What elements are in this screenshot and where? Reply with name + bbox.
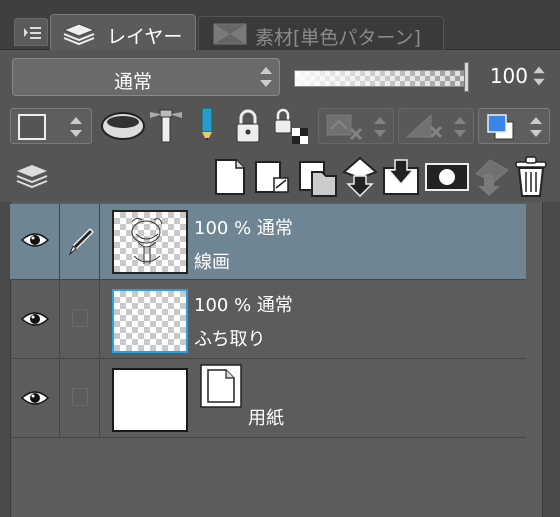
create-layer-mask-icon[interactable]: [424, 162, 470, 192]
tab-layer-label: レイヤー: [107, 26, 183, 48]
layer-thumbnail: [112, 289, 188, 353]
draft-layer-pencil-icon[interactable]: [194, 106, 220, 146]
apply-mask-icon[interactable]: [470, 156, 512, 198]
material-icon: [213, 23, 247, 45]
ruler-spinner-icon: [454, 117, 466, 137]
tab-material[interactable]: 素材[単色パターン]: [198, 16, 444, 50]
enable-ruler-button[interactable]: [398, 108, 474, 144]
blend-mode-spinner-icon[interactable]: [257, 63, 275, 91]
layers-icon: [62, 23, 96, 46]
ruler-disabled-icon: [405, 113, 443, 139]
opacity-value[interactable]: 100: [472, 64, 528, 88]
opacity-slider[interactable]: [294, 70, 466, 87]
layer-name[interactable]: 用紙: [248, 404, 284, 430]
enable-mask-button[interactable]: [318, 108, 394, 144]
eye-icon: [20, 391, 50, 405]
paper-layer-icon: [200, 364, 242, 408]
layer-color-icon: [487, 114, 514, 140]
transfer-to-lower-layer-icon[interactable]: [342, 156, 378, 198]
opacity-spinner-icon[interactable]: [530, 62, 548, 90]
reference-layer-icon[interactable]: [148, 106, 184, 146]
blend-mode-select[interactable]: 通常: [12, 58, 280, 96]
new-folder-icon[interactable]: [296, 156, 340, 198]
visibility-toggle[interactable]: [10, 360, 60, 437]
panel-menu-icon: [24, 27, 41, 39]
merge-with-lower-layer-icon[interactable]: [382, 156, 420, 198]
visibility-toggle[interactable]: [10, 204, 60, 279]
visibility-toggle[interactable]: [10, 281, 60, 358]
layer-name[interactable]: 線画: [194, 248, 230, 274]
mask-disabled-icon: [326, 114, 363, 141]
lock-transparency-icon[interactable]: [272, 106, 316, 146]
drawing-target-cell[interactable]: [60, 281, 100, 358]
drawing-target-empty-box: [72, 388, 88, 406]
layer-opacity: 100 %: [194, 295, 252, 316]
layer-opacity-blend: 100 % 通常: [194, 291, 293, 317]
layer-stack-icon: [16, 165, 48, 189]
layer-thumbnail: [112, 210, 188, 274]
clip-layer-icon[interactable]: [100, 110, 146, 144]
layer-property-row: [0, 102, 560, 150]
drawing-target-cell[interactable]: [60, 204, 100, 279]
delete-layer-trash-icon[interactable]: [512, 154, 550, 200]
drawing-target-empty-box: [72, 309, 88, 327]
layer-blend: 通常: [256, 295, 293, 316]
tab-material-label: 素材[単色パターン]: [255, 27, 421, 49]
layer-row-border[interactable]: 100 % 通常 ふち取り: [10, 281, 526, 359]
layer-opacity: 100 %: [194, 218, 252, 239]
layer-color-button[interactable]: [478, 108, 550, 144]
layer-action-row: [0, 150, 560, 202]
layer-frame-button[interactable]: [10, 108, 92, 144]
layer-thumbnail: [112, 368, 188, 432]
layer-color-spinner-icon: [530, 117, 542, 137]
sketch-thumbnail-icon: [131, 217, 163, 264]
frame-square-icon: [18, 114, 46, 140]
layer-list-scrollbar[interactable]: [542, 202, 560, 517]
panel-tab-bar: レイヤー 素材[単色パターン]: [0, 0, 560, 50]
blend-opacity-row: 通常 100: [0, 50, 560, 102]
layer-row-lineart[interactable]: 100 % 通常 線画: [10, 204, 526, 280]
pen-icon: [68, 227, 94, 256]
tab-layer[interactable]: レイヤー: [50, 14, 196, 50]
frame-spinner-icon: [70, 117, 82, 137]
lock-icon[interactable]: [232, 106, 264, 146]
eye-icon: [20, 312, 50, 326]
mask-spinner-icon: [374, 117, 386, 137]
drawing-target-cell[interactable]: [60, 360, 100, 437]
new-raster-layer-icon[interactable]: [212, 156, 248, 198]
opacity-slider-handle[interactable]: [464, 62, 469, 92]
layer-blend: 通常: [256, 218, 293, 239]
layer-name[interactable]: ふち取り: [194, 325, 265, 351]
new-vector-layer-icon[interactable]: [252, 158, 294, 198]
layer-opacity-blend: 100 % 通常: [194, 214, 293, 240]
panel-menu-button[interactable]: [14, 18, 48, 46]
eye-icon: [20, 233, 50, 247]
layer-row-paper[interactable]: 用紙: [10, 360, 526, 438]
blend-mode-value: 通常: [113, 71, 152, 93]
